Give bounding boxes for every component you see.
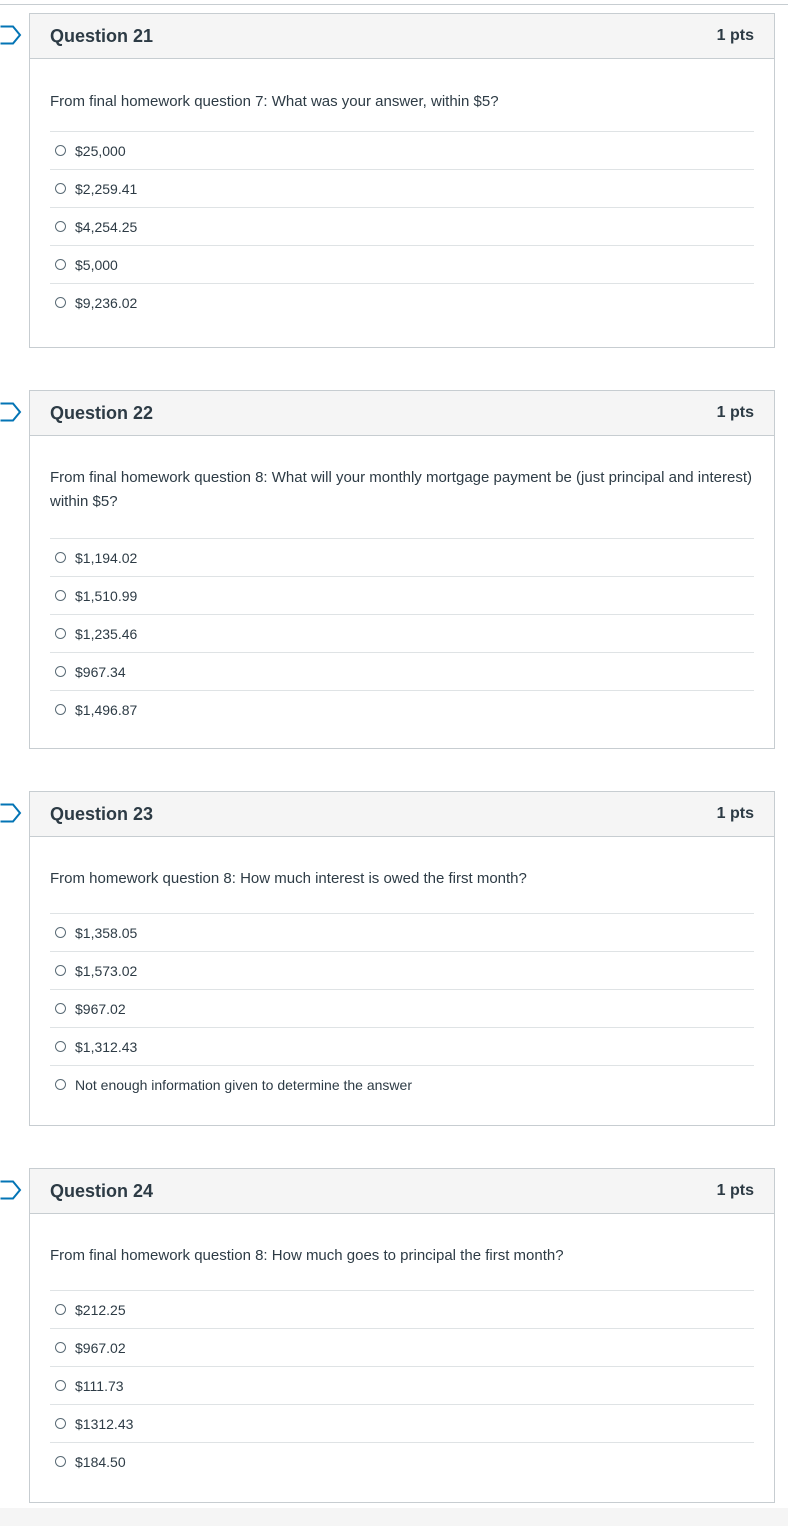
radio-button-icon[interactable]: [55, 183, 66, 194]
radio-button-icon[interactable]: [55, 965, 66, 976]
question-text: From final homework question 8: How much…: [50, 1247, 564, 1264]
radio-button-icon[interactable]: [55, 1342, 66, 1353]
answer-label: $967.02: [75, 1339, 126, 1356]
answer-option[interactable]: $967.02: [50, 990, 754, 1028]
answer-option[interactable]: $9,236.02: [50, 284, 754, 321]
question-body: From homework question 8: How much inter…: [30, 837, 774, 1103]
question-24: Question 24 1 pts From final homework qu…: [29, 1168, 775, 1503]
answer-label: $111.73: [75, 1377, 124, 1394]
answer-label: $1,235.46: [75, 625, 138, 642]
answer-option[interactable]: $1,573.02: [50, 952, 754, 990]
question-points: 1 pts: [716, 805, 754, 822]
answer-list: $1,358.05 $1,573.02 $967.02 $1,312.43 No…: [50, 913, 754, 1103]
answer-option[interactable]: $4,254.25: [50, 208, 754, 246]
question-header: Question 23 1 pts: [30, 792, 774, 837]
answer-label: $1,358.05: [75, 924, 138, 941]
answer-option[interactable]: $2,259.41: [50, 170, 754, 208]
question-header: Question 22 1 pts: [30, 391, 774, 436]
answer-label: $212.25: [75, 1301, 126, 1318]
question-21: Question 21 1 pts From final homework qu…: [29, 13, 775, 348]
radio-button-icon[interactable]: [55, 628, 66, 639]
question-points: 1 pts: [716, 404, 754, 421]
question-body: From final homework question 7: What was…: [30, 59, 774, 321]
question-body: From final homework question 8: How much…: [30, 1214, 774, 1480]
answer-option[interactable]: $1,358.05: [50, 914, 754, 952]
answer-option[interactable]: $212.25: [50, 1291, 754, 1329]
question-header: Question 21 1 pts: [30, 14, 774, 59]
answer-label: $1312.43: [75, 1415, 134, 1432]
question-text: From homework question 8: How much inter…: [50, 870, 527, 887]
question-title: Question 24: [50, 1180, 154, 1201]
question-body: From final homework question 8: What wil…: [30, 436, 774, 728]
answer-option[interactable]: $184.50: [50, 1443, 754, 1480]
flag-question-icon[interactable]: [0, 1180, 22, 1200]
answer-list: $1,194.02 $1,510.99 $1,235.46 $967.34 $1…: [50, 538, 754, 728]
radio-button-icon[interactable]: [55, 1304, 66, 1315]
radio-button-icon[interactable]: [55, 1041, 66, 1052]
question-23: Question 23 1 pts From homework question…: [29, 791, 775, 1126]
question-title: Question 23: [50, 803, 154, 824]
answer-option[interactable]: $1,194.02: [50, 539, 754, 577]
answer-label: $1,510.99: [75, 587, 138, 604]
radio-button-icon[interactable]: [55, 590, 66, 601]
question-title: Question 22: [50, 402, 154, 423]
answer-option[interactable]: $1,235.46: [50, 615, 754, 653]
radio-button-icon[interactable]: [55, 1003, 66, 1014]
answer-label: $5,000: [75, 256, 118, 273]
answer-option[interactable]: $1,510.99: [50, 577, 754, 615]
answer-label: $184.50: [75, 1453, 126, 1470]
answer-option[interactable]: $25,000: [50, 132, 754, 170]
answer-label: $1,194.02: [75, 549, 138, 566]
flag-question-icon[interactable]: [0, 402, 22, 422]
question-text: From final homework question 8: What wil…: [50, 469, 752, 510]
answer-option[interactable]: $5,000: [50, 246, 754, 284]
question-header: Question 24 1 pts: [30, 1169, 774, 1214]
answer-list: $25,000 $2,259.41 $4,254.25 $5,000 $9,23…: [50, 131, 754, 321]
radio-button-icon[interactable]: [55, 221, 66, 232]
answer-option[interactable]: $967.34: [50, 653, 754, 691]
answer-option[interactable]: $111.73: [50, 1367, 754, 1405]
radio-button-icon[interactable]: [55, 297, 66, 308]
radio-button-icon[interactable]: [55, 259, 66, 270]
radio-button-icon[interactable]: [55, 145, 66, 156]
answer-label: $1,573.02: [75, 962, 138, 979]
answer-option[interactable]: $1312.43: [50, 1405, 754, 1443]
radio-button-icon[interactable]: [55, 1079, 66, 1090]
answer-list: $212.25 $967.02 $111.73 $1312.43 $184.50: [50, 1290, 754, 1480]
answer-label: $1,312.43: [75, 1038, 138, 1055]
flag-question-icon[interactable]: [0, 803, 22, 823]
answer-label: $9,236.02: [75, 294, 138, 311]
answer-label: $2,259.41: [75, 180, 138, 197]
answer-label: $25,000: [75, 142, 126, 159]
answer-label: $967.34: [75, 663, 126, 680]
answer-option[interactable]: $967.02: [50, 1329, 754, 1367]
question-22: Question 22 1 pts From final homework qu…: [29, 390, 775, 749]
question-points: 1 pts: [716, 1182, 754, 1199]
radio-button-icon[interactable]: [55, 1456, 66, 1467]
question-points: 1 pts: [716, 27, 754, 44]
question-title: Question 21: [50, 25, 154, 46]
answer-label: Not enough information given to determin…: [75, 1076, 412, 1093]
page-footer-strip: [0, 1508, 788, 1526]
top-divider: [0, 4, 788, 5]
answer-label: $1,496.87: [75, 701, 138, 718]
answer-option[interactable]: Not enough information given to determin…: [50, 1066, 754, 1103]
question-text: From final homework question 7: What was…: [50, 93, 499, 110]
radio-button-icon[interactable]: [55, 704, 66, 715]
radio-button-icon[interactable]: [55, 1418, 66, 1429]
radio-button-icon[interactable]: [55, 1380, 66, 1391]
answer-option[interactable]: $1,312.43: [50, 1028, 754, 1066]
flag-question-icon[interactable]: [0, 25, 22, 45]
answer-label: $4,254.25: [75, 218, 138, 235]
answer-option[interactable]: $1,496.87: [50, 691, 754, 728]
answer-label: $967.02: [75, 1000, 126, 1017]
radio-button-icon[interactable]: [55, 666, 66, 677]
radio-button-icon[interactable]: [55, 927, 66, 938]
radio-button-icon[interactable]: [55, 552, 66, 563]
